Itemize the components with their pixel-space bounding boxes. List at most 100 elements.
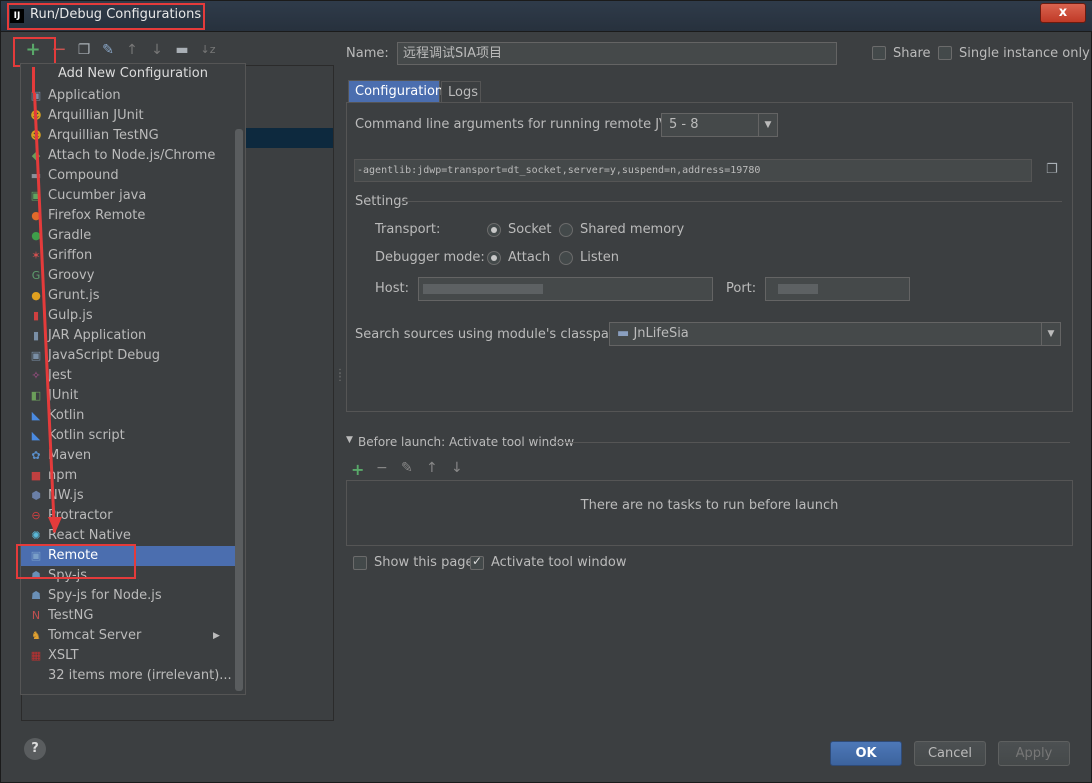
transport-socket-radio[interactable]	[487, 223, 501, 237]
config-type-item[interactable]: ▣ Cucumber java	[21, 186, 235, 206]
config-type-label: Arquillian JUnit	[48, 108, 144, 123]
copy-icon[interactable]: ❐	[75, 41, 93, 59]
npm-icon: ■	[30, 469, 42, 482]
single-instance-checkbox[interactable]	[938, 46, 952, 60]
redacted-port	[778, 284, 818, 294]
tree-selected-row[interactable]	[244, 128, 333, 148]
config-type-item[interactable]: ▣Application	[21, 86, 235, 106]
transport-shared-memory-radio[interactable]	[559, 223, 573, 237]
config-type-item[interactable]: ☻Arquillian TestNG	[21, 126, 235, 146]
tab-configuration[interactable]: Configuration	[348, 80, 443, 102]
config-type-item[interactable]: ✶ Griffon	[21, 246, 235, 266]
config-type-item[interactable]: ◣ Kotlin script	[21, 426, 235, 446]
config-type-item[interactable]: ▣ JavaScript Debug	[21, 346, 235, 366]
config-type-label: Tomcat Server	[48, 628, 142, 643]
config-type-item[interactable]: ☻Arquillian JUnit	[21, 106, 235, 126]
config-type-label: TestNG	[48, 608, 94, 623]
config-type-label: Cucumber java	[48, 188, 147, 203]
close-button[interactable]: x	[1040, 3, 1086, 23]
edit-task-icon[interactable]: ✎	[401, 460, 413, 476]
move-up-icon[interactable]: ↑	[123, 41, 141, 59]
config-type-item[interactable]: ✧ Jest	[21, 366, 235, 386]
config-type-item[interactable]: ● Gradle	[21, 226, 235, 246]
config-type-label: Groovy	[48, 268, 95, 283]
config-type-item[interactable]: ▮ Gulp.js	[21, 306, 235, 326]
js-debug-icon: ▣	[30, 349, 42, 362]
kotlin-icon: ◣	[31, 409, 41, 422]
config-type-item[interactable]: ✿ Maven	[21, 446, 235, 466]
name-label: Name:	[346, 46, 389, 61]
move-task-down-icon[interactable]: ↓	[451, 460, 463, 476]
popup-scrollbar[interactable]	[235, 129, 243, 691]
share-label: Share	[893, 46, 931, 61]
move-task-up-icon[interactable]: ↑	[426, 460, 438, 476]
config-type-item[interactable]: N TestNG	[21, 606, 235, 626]
config-type-item[interactable]: ◆Attach to Node.js/Chrome	[21, 146, 235, 166]
help-button[interactable]: ?	[24, 738, 46, 760]
annotation-arrow-start	[32, 67, 35, 93]
folder-icon[interactable]: ▬	[173, 41, 191, 59]
config-type-item[interactable]: ● Grunt.js	[21, 286, 235, 306]
jdk-version-select[interactable]: 5 - 8 ▼	[661, 113, 778, 137]
config-type-item[interactable]: G Groovy	[21, 266, 235, 286]
ok-button[interactable]: OK	[830, 741, 902, 766]
single-instance-label: Single instance only	[959, 46, 1090, 61]
config-type-label: Application	[48, 88, 121, 103]
empty-tasks-text: There are no tasks to run before launch	[580, 498, 839, 513]
share-checkbox[interactable]	[872, 46, 886, 60]
config-type-label: XSLT	[48, 648, 79, 663]
config-type-label: Kotlin script	[48, 428, 125, 443]
react-icon: ✺	[31, 529, 41, 542]
transport-shared-memory-label: Shared memory	[580, 222, 685, 237]
collapse-triangle-icon[interactable]: ▼	[346, 435, 353, 445]
config-type-item[interactable]: ◧ JUnit	[21, 386, 235, 406]
junit-icon: ◧	[30, 389, 42, 402]
nwjs-icon: ⬢	[31, 489, 41, 502]
title-highlight-annotation	[7, 3, 205, 30]
before-launch-task-list[interactable]: There are no tasks to run before launch	[346, 480, 1073, 546]
jar-icon: ▮	[32, 329, 40, 342]
remote-highlight-annotation	[16, 544, 136, 579]
show-page-label: Show this page	[374, 555, 474, 570]
before-launch-header[interactable]: Before launch: Activate tool window	[358, 435, 574, 449]
config-type-label: Gulp.js	[48, 308, 93, 323]
spy-js-icon: ☗	[31, 589, 41, 602]
xslt-icon: ▦	[30, 649, 42, 662]
copy-icon[interactable]: ❐	[1046, 163, 1060, 177]
module-classpath-select[interactable]: ▬ JnLifeSia ▼	[609, 322, 1061, 346]
config-type-item[interactable]: ♞ Tomcat Server ▶	[21, 626, 235, 646]
config-type-item[interactable]: ▦ XSLT	[21, 646, 235, 666]
cancel-button[interactable]: Cancel	[914, 741, 986, 766]
tab-logs[interactable]: Logs	[441, 81, 481, 103]
host-field[interactable]	[418, 277, 713, 301]
maven-icon: ✿	[31, 449, 41, 462]
activate-tool-window-checkbox[interactable]	[470, 554, 484, 570]
debugger-attach-radio[interactable]	[487, 251, 501, 265]
configuration-type-list: ▣Applet▣Application☻Arquillian JUnit☻Arq…	[21, 78, 235, 694]
config-type-item[interactable]: ◣ Kotlin	[21, 406, 235, 426]
config-type-label: Attach to Node.js/Chrome	[48, 148, 216, 163]
module-classpath-value: JnLifeSia	[633, 326, 689, 341]
show-page-checkbox[interactable]	[353, 556, 367, 570]
config-type-item[interactable]: 32 items more (irrelevant)...	[21, 666, 235, 686]
port-field[interactable]	[765, 277, 910, 301]
add-task-icon[interactable]: +	[351, 460, 364, 479]
config-type-label: JavaScript Debug	[48, 348, 161, 363]
agent-args-field[interactable]: -agentlib:jdwp=transport=dt_socket,serve…	[354, 159, 1032, 182]
add-configuration-popup: ▣Applet▣Application☻Arquillian JUnit☻Arq…	[20, 63, 246, 695]
name-field[interactable]: 远程调试SIA项目	[397, 42, 837, 65]
remove-task-icon[interactable]: −	[376, 460, 388, 476]
splitter-handle[interactable]: ⋮ ⋮	[335, 369, 345, 383]
debugger-listen-radio[interactable]	[559, 251, 573, 265]
wrench-icon[interactable]: ✎	[99, 41, 117, 59]
move-down-icon[interactable]: ↓	[148, 41, 166, 59]
config-type-item[interactable]: ▬Compound	[21, 166, 235, 186]
config-type-label: Gradle	[48, 228, 92, 243]
redacted-host	[423, 284, 543, 294]
config-type-item[interactable]: ☗ Spy-js for Node.js	[21, 586, 235, 606]
config-type-item[interactable]: ▮ JAR Application	[21, 326, 235, 346]
config-type-item[interactable]: ● Firefox Remote	[21, 206, 235, 226]
apply-button[interactable]: Apply	[998, 741, 1070, 766]
sort-icon[interactable]: ↓z	[199, 41, 217, 59]
host-label: Host:	[375, 281, 409, 296]
